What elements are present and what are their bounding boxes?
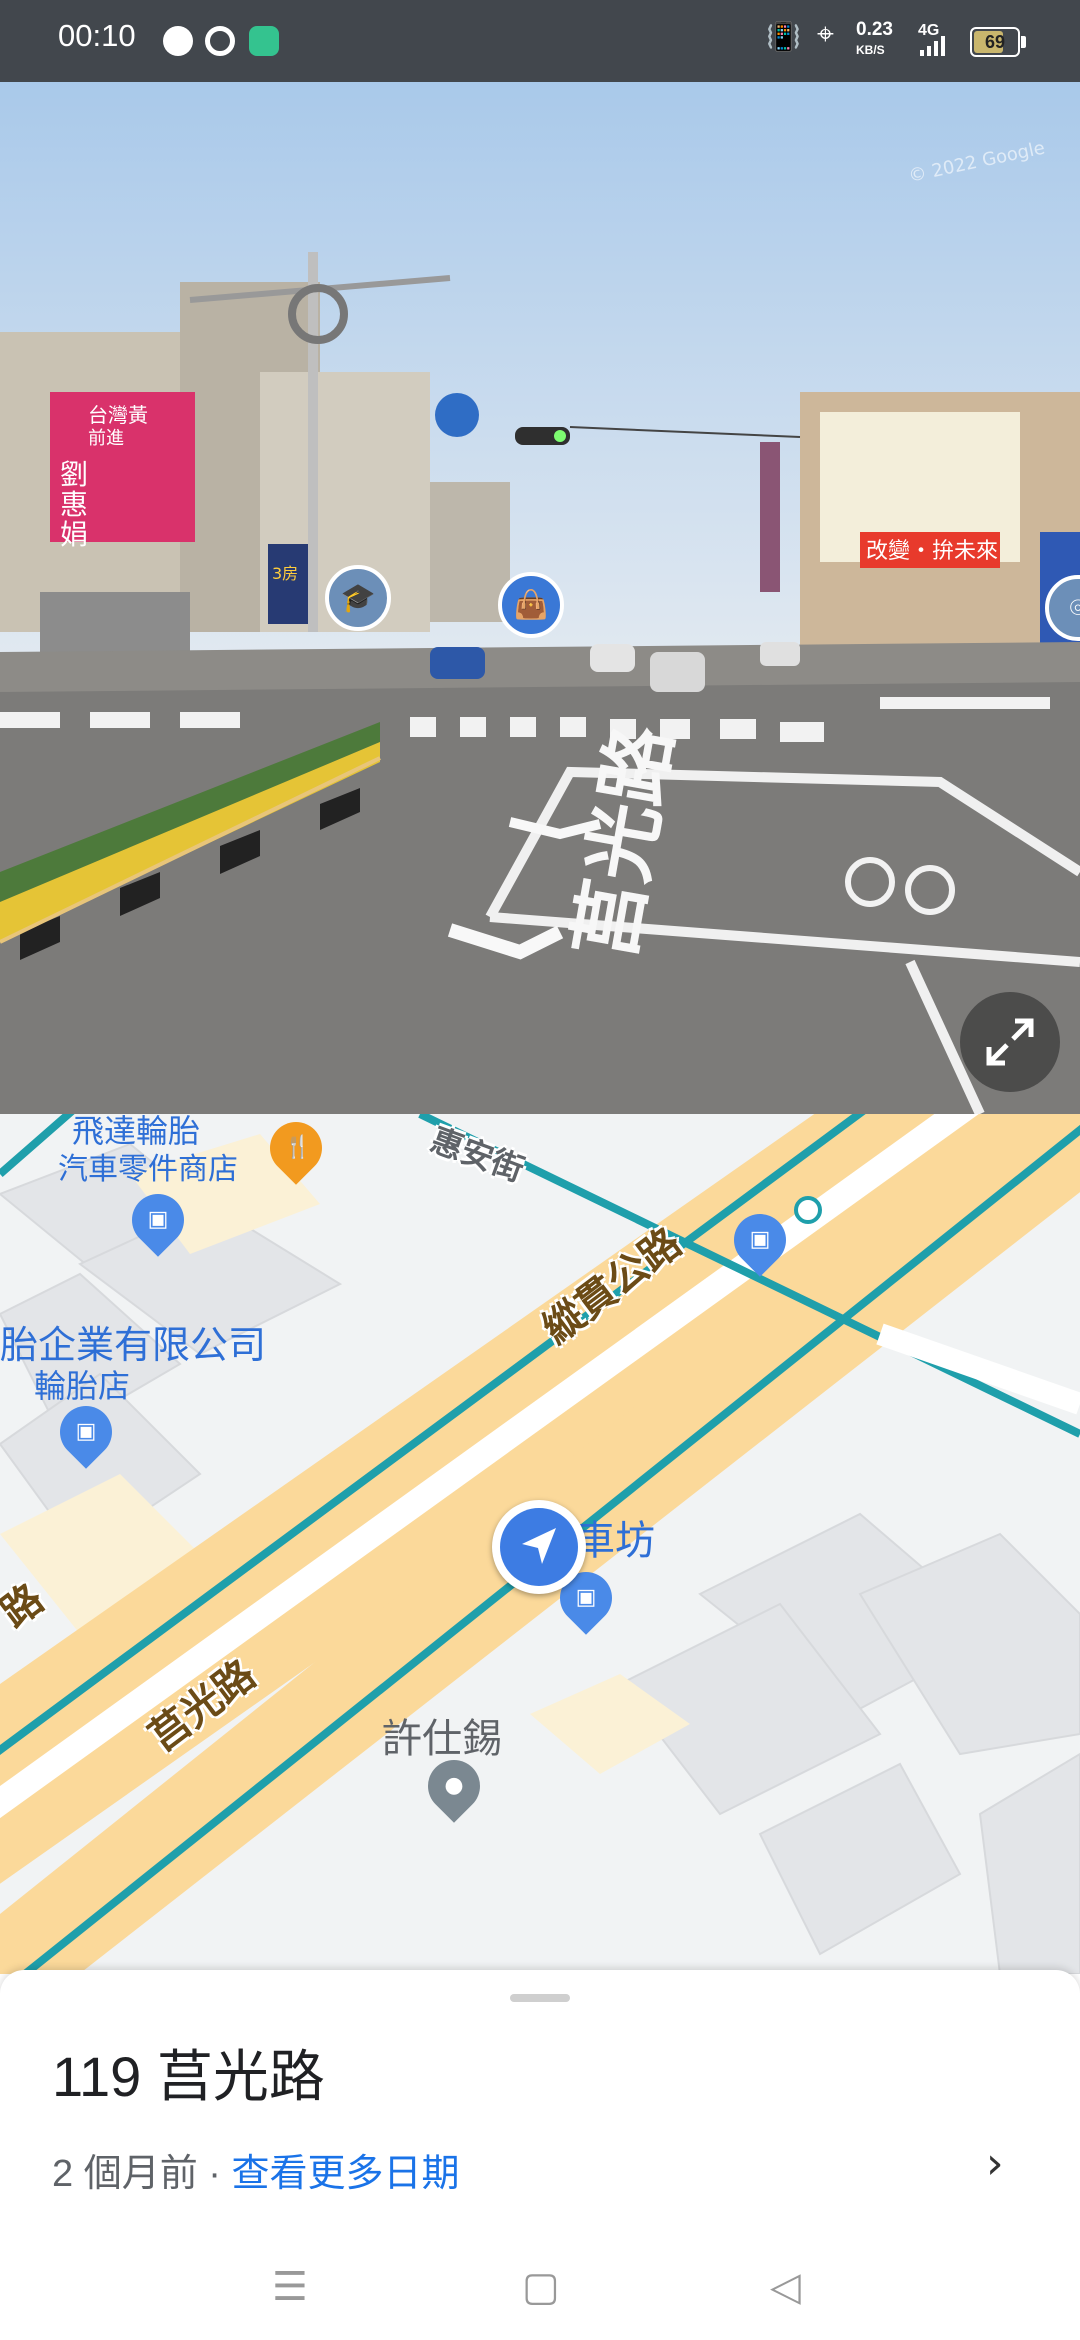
location-icon: ⌖ <box>817 18 834 51</box>
system-nav-bar: ☰ ▢ ◁ <box>0 2240 1080 2340</box>
billboard-left-line1: 台灣黃 <box>88 403 148 427</box>
expand-button[interactable] <box>960 992 1060 1092</box>
menu-button[interactable]: ☰ <box>272 2264 308 2310</box>
status-bar: 00:10 📳 ⌖ 0.23 KB/S 4G 69 <box>0 0 1080 82</box>
signal-icon <box>920 36 945 56</box>
separator: · <box>197 2153 232 2195</box>
billboard-left-line2: 前進 <box>88 428 124 449</box>
current-position-marker <box>492 1500 586 1594</box>
sheet-drag-handle[interactable] <box>510 1994 570 2002</box>
status-time: 00:10 <box>58 18 136 53</box>
pin-icon: ⌾ <box>1069 591 1080 624</box>
home-button[interactable]: ▢ <box>522 2264 560 2310</box>
shopping-bag-icon: ▣ <box>575 1585 597 1610</box>
battery-icon: 69 <box>970 27 1026 57</box>
street-view-panorama[interactable]: 台灣黃 前進 劉 惠 娟 3房 改變・拚未來 莒光路 © 2022 Google… <box>0 82 1080 1114</box>
graduation-cap-icon: 🎓 <box>340 581 376 614</box>
data-unit: KB/S <box>856 43 885 57</box>
fork-knife-icon: 🍴 <box>284 1135 312 1160</box>
billboard-left-name2: 惠 <box>60 488 88 521</box>
poi-company-category: 輪胎店 <box>34 1368 131 1404</box>
navigation-arrow-icon <box>522 1528 556 1564</box>
shopping-bag-icon: 👜 <box>513 588 549 621</box>
billboard-3fang-text: 3房 <box>272 564 298 583</box>
imagery-date: 2 個月前 <box>52 2153 198 2195</box>
shopping-bag-icon: ▣ <box>147 1207 169 1232</box>
dot-icon: ● <box>444 1773 464 1798</box>
shopping-bag-icon: ▣ <box>749 1227 771 1252</box>
shopping-marker[interactable]: 👜 <box>498 572 564 638</box>
chevron-right-icon[interactable]: › <box>986 2138 1004 2189</box>
battery-level: 69 <box>984 32 1006 52</box>
maps-app-icon <box>249 26 279 56</box>
school-marker[interactable]: 🎓 <box>325 565 391 631</box>
place-marker-edge[interactable]: ⌾ <box>1045 575 1080 641</box>
poi-xushixi[interactable]: 許仕錫 <box>382 1706 502 1764</box>
place-title: 119 莒光路 <box>52 2045 325 2108</box>
billboard-left-name3: 娟 <box>60 518 88 551</box>
imagery-date-line: 2 個月前 · 查看更多日期 <box>52 2142 460 2197</box>
poi-shop1-category: 汽車零件商店 <box>58 1153 238 1186</box>
chrome-icon <box>205 26 235 56</box>
data-speed: 0.23 <box>856 19 893 40</box>
line-app-icon <box>163 26 193 56</box>
billboard-left-name1: 劉 <box>60 458 88 491</box>
back-button[interactable]: ◁ <box>770 2264 801 2310</box>
billboard-3fang <box>268 544 310 624</box>
vibrate-icon: 📳 <box>766 21 801 52</box>
billboard-right-text: 改變・拚未來 <box>866 539 998 564</box>
expand-icon <box>986 1018 1034 1066</box>
shopping-bag-icon: ▣ <box>75 1419 97 1444</box>
see-more-dates-link[interactable]: 查看更多日期 <box>231 2153 459 2195</box>
